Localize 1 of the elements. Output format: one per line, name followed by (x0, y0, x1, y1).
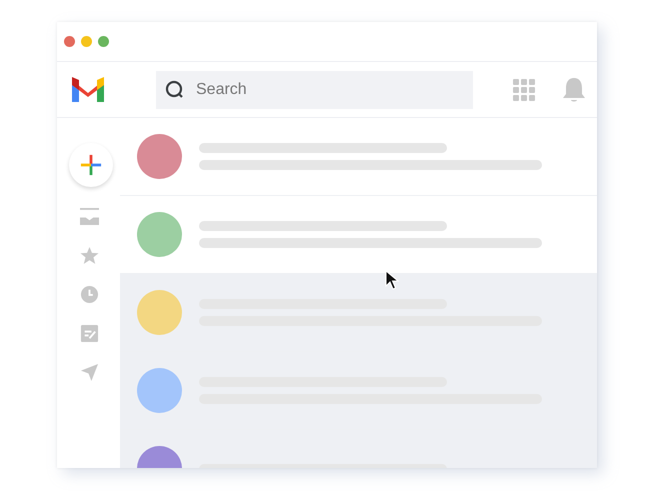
search-field[interactable]: Search (156, 70, 473, 108)
